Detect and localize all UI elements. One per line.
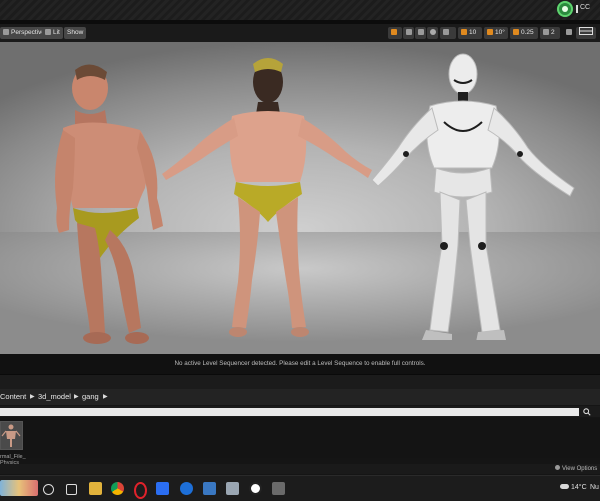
title-bar: CC: [0, 0, 600, 20]
unreal-engine-icon[interactable]: [249, 482, 262, 495]
rotation-snap-icon: [487, 29, 493, 35]
rotation-snap-value: 10°: [495, 29, 505, 36]
search-input[interactable]: [0, 408, 579, 416]
photos-icon[interactable]: [226, 482, 239, 495]
scale-snap-value: 0.25: [521, 29, 534, 36]
perspective-label: Perspective: [11, 29, 45, 36]
viewport-toolbar: Perspective Lit Show 10 10° 0.25 2: [0, 24, 600, 42]
character-thumbnail-icon: [1, 422, 22, 449]
perspective-button[interactable]: Perspective: [0, 27, 48, 39]
viewport-layout-button[interactable]: [576, 27, 596, 39]
overflow-icon[interactable]: [272, 482, 285, 495]
breadcrumb: Content ▶ 3d_model ▶ gang ▶: [0, 389, 600, 405]
view-options-label: View Options: [562, 466, 598, 472]
scale-tool-button[interactable]: [415, 27, 426, 39]
grid-snap-button[interactable]: 10: [458, 27, 482, 39]
asset-thumbnail[interactable]: [0, 421, 23, 450]
perspective-icon: [3, 29, 9, 35]
weather-temp: 14°C: [571, 484, 587, 491]
search-row: [0, 406, 600, 417]
translate-tool-button[interactable]: [388, 27, 402, 39]
sequencer-message: No active Level Sequencer detected. Plea…: [0, 354, 600, 374]
layout-icon: [579, 27, 593, 35]
breadcrumb-content[interactable]: Content: [0, 389, 26, 405]
lit-label: Lit: [53, 29, 60, 36]
lit-icon: [45, 29, 51, 35]
scale-snap-icon: [513, 29, 519, 35]
cloud-icon: [560, 484, 569, 489]
content-browser-footer: View Options: [0, 464, 600, 474]
muscular-character[interactable]: [45, 58, 175, 348]
view-options-button[interactable]: View Options: [555, 465, 597, 472]
chrome-icon[interactable]: [111, 482, 124, 495]
grid-snap-value: 10: [469, 29, 477, 36]
task-view-icon[interactable]: [66, 484, 77, 495]
file-explorer-icon[interactable]: [89, 482, 102, 495]
world-local-toggle[interactable]: [427, 27, 438, 39]
breadcrumb-gang[interactable]: gang: [82, 389, 99, 405]
chevron-right-icon[interactable]: ▶: [30, 389, 35, 405]
show-button[interactable]: Show: [64, 27, 87, 39]
scale-icon: [418, 29, 424, 35]
show-label: Show: [67, 29, 84, 36]
maximize-icon: [566, 29, 572, 35]
surface-snap-button[interactable]: [440, 27, 456, 39]
globe-icon: [430, 29, 436, 35]
source-control-status-icon[interactable]: [557, 1, 573, 17]
windows-taskbar: 14°C Nu: [0, 475, 600, 501]
scale-snap-button[interactable]: 0.25: [510, 27, 538, 39]
search-icon[interactable]: [583, 408, 591, 416]
surface-snap-icon: [443, 29, 449, 35]
search-circle-icon[interactable]: [43, 484, 54, 495]
weather-widget[interactable]: 14°C: [560, 484, 587, 491]
lit-button[interactable]: Lit: [42, 27, 63, 39]
breadcrumb-3d-model[interactable]: 3d_model: [38, 389, 71, 405]
rotate-icon: [406, 29, 412, 35]
eye-icon: [555, 465, 560, 470]
language-indicator[interactable]: Nu: [590, 484, 599, 491]
malwarebytes-icon[interactable]: [156, 482, 169, 495]
ccleaner-icon[interactable]: [180, 482, 193, 495]
opera-icon[interactable]: [134, 482, 147, 499]
camera-speed-button[interactable]: 2: [540, 27, 560, 39]
translate-icon: [391, 29, 397, 35]
panel-divider[interactable]: [0, 374, 600, 389]
tpose-character[interactable]: [160, 52, 375, 342]
maximize-viewport-button[interactable]: [563, 27, 574, 39]
calculator-icon[interactable]: [203, 482, 216, 495]
chevron-right-icon[interactable]: ▶: [103, 389, 108, 405]
rotation-snap-button[interactable]: 10°: [484, 27, 508, 39]
corner-label: CC: [580, 4, 591, 11]
level-viewport[interactable]: [0, 42, 600, 354]
camera-speed-icon: [543, 29, 549, 35]
mannequin-character[interactable]: [360, 50, 585, 340]
grid-snap-icon: [461, 29, 467, 35]
chevron-right-icon[interactable]: ▶: [74, 389, 79, 405]
camera-speed-value: 2: [551, 29, 555, 36]
asset-grid: rmal_File_ Physics: [0, 418, 600, 466]
rotate-tool-button[interactable]: [403, 27, 414, 39]
wallpaper-icon[interactable]: [0, 480, 38, 496]
